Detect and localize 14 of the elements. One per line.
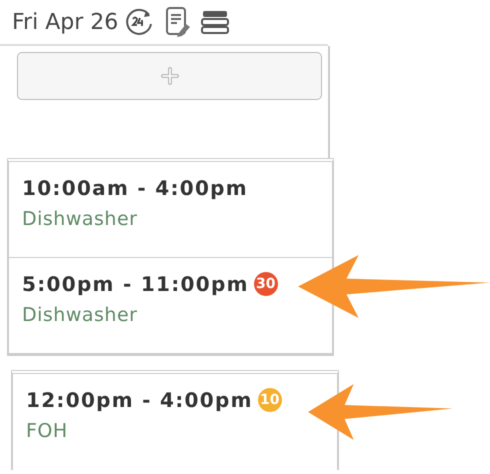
shift-role: Dishwasher bbox=[22, 304, 138, 326]
shift-time: 12:00pm - 4:00pm bbox=[26, 388, 253, 412]
shift-role: Dishwasher bbox=[22, 208, 138, 230]
notes-edit-icon[interactable] bbox=[164, 6, 192, 38]
count-badge: 10 bbox=[258, 388, 282, 412]
count-badge: 30 bbox=[254, 272, 278, 296]
stack-icon[interactable] bbox=[200, 8, 230, 36]
shift-role: FOH bbox=[26, 420, 69, 442]
shift-entry[interactable]: 12:00pm - 4:00pm 10 FOH bbox=[13, 374, 337, 470]
date-label: Fri Apr 26 bbox=[12, 10, 118, 34]
plus-icon bbox=[160, 67, 178, 85]
shift-entry[interactable]: 10:00am - 4:00pm Dishwasher bbox=[9, 162, 332, 258]
shift-time: 5:00pm - 11:00pm bbox=[22, 272, 249, 296]
shift-time: 10:00am - 4:00pm bbox=[22, 176, 248, 200]
